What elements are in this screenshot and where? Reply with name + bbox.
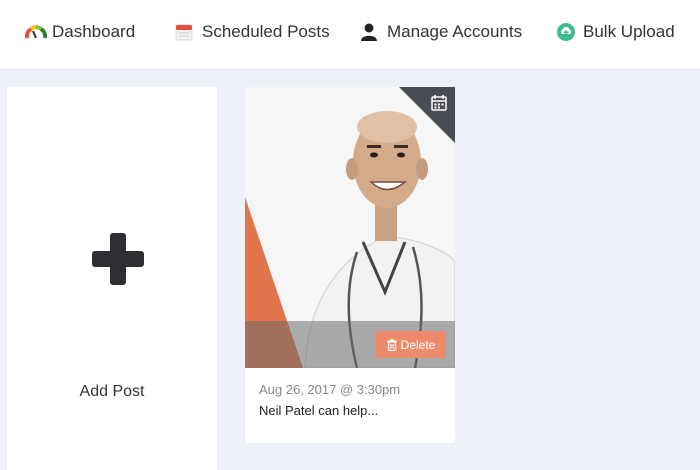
calendar-icon: [175, 22, 199, 42]
user-icon: [360, 22, 384, 42]
add-post-card[interactable]: Add Post: [7, 87, 217, 470]
nav-label: Dashboard: [52, 22, 136, 41]
add-post-label: Add Post: [79, 383, 145, 400]
post-card[interactable]: Delete Aug 26, 2017 @ 3:30pm Neil Patel …: [245, 87, 455, 443]
post-image: Delete: [245, 87, 455, 368]
post-caption: Neil Patel can help...: [259, 403, 379, 418]
delete-button[interactable]: Delete: [376, 331, 446, 358]
nav-item-scheduled-posts[interactable]: Scheduled Posts: [175, 20, 330, 44]
nav-item-manage-accounts[interactable]: Manage Accounts: [360, 20, 522, 44]
delete-label: Delete: [400, 337, 436, 352]
schedule-corner[interactable]: [245, 87, 455, 368]
plus-icon: [92, 233, 144, 285]
cloud-upload-icon: [556, 22, 580, 42]
nav-label: Manage Accounts: [387, 22, 523, 41]
gauge-icon: [25, 22, 49, 42]
nav-label: Bulk Upload: [583, 22, 675, 41]
trash-icon: [386, 338, 397, 351]
nav-item-dashboard[interactable]: Dashboard: [25, 20, 135, 44]
top-navigation: Dashboard Scheduled Posts Manage Account…: [0, 0, 700, 70]
nav-label: Scheduled Posts: [202, 22, 330, 41]
post-date: Aug 26, 2017 @ 3:30pm: [259, 382, 401, 397]
nav-item-bulk-upload[interactable]: Bulk Upload: [556, 20, 675, 44]
